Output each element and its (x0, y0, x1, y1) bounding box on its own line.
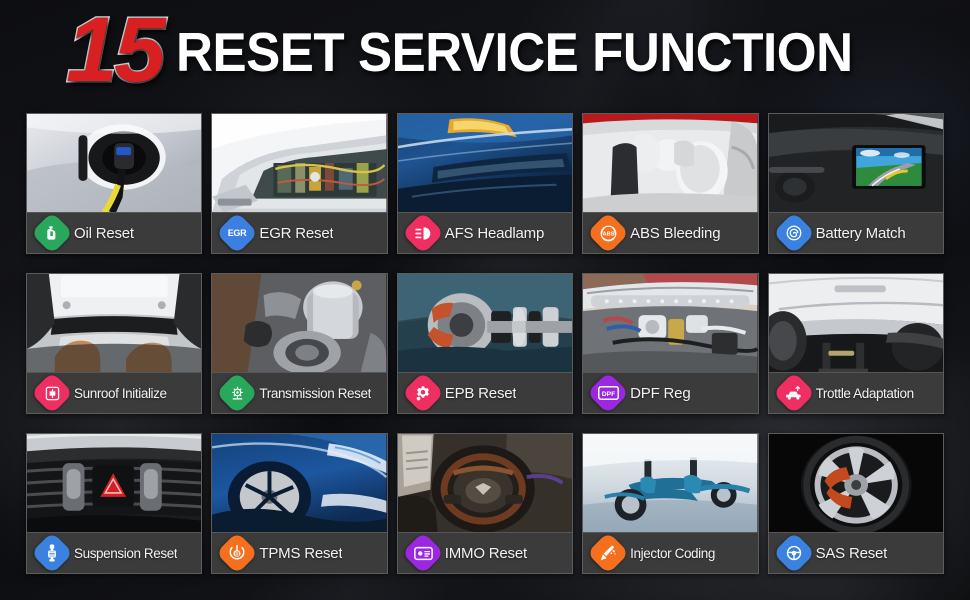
card-label: ABS Bleeding (630, 224, 721, 242)
headlamp-icon (401, 211, 444, 253)
card-label-bar: Trottle Adaptation (768, 371, 943, 413)
throttle-car-icon (772, 371, 815, 413)
card-label: DPF Reg (630, 384, 691, 402)
card-label-bar: Transmission Reset (212, 371, 387, 413)
function-card-afs-headlamp[interactable]: AFS Headlamp (396, 113, 574, 254)
card-label-bar: DPF DPF Reg (583, 371, 758, 413)
card-label: TPMS Reset (259, 544, 343, 562)
card-label-bar: SAS Reset (768, 531, 943, 573)
grid-row: Sunroof Initialize Transmission Reset EP… (26, 273, 944, 414)
svg-text:DPF: DPF (601, 391, 615, 398)
page-title: RESET SERVICE FUNCTION (176, 20, 854, 83)
car-sunroof-interior-photo (27, 274, 202, 372)
card-label: Trottle Adaptation (815, 385, 914, 401)
promo-banner: 15 RESET SERVICE FUNCTION Oil Reset EGR … (0, 0, 970, 600)
card-label: Transmission Reset (259, 385, 371, 401)
grid-row: Suspension Reset TPMS Reset IMMO Reset I… (26, 433, 944, 574)
card-label: Injector Coding (630, 545, 715, 561)
card-label-bar: EPB Reset (397, 371, 573, 413)
brake-driveshaft-assembly-photo (397, 274, 573, 372)
card-label: Suspension Reset (74, 545, 178, 561)
page-header: 15 RESET SERVICE FUNCTION (0, 0, 970, 104)
dashboard-hazard-button-photo (27, 434, 202, 532)
card-label: SAS Reset (815, 544, 888, 562)
grid-row: Oil Reset EGR EGR Reset AFS Headlamp ABS… (26, 113, 944, 254)
card-label-bar: ABS ABS Bleeding (583, 211, 758, 253)
card-label-bar: Battery Match (768, 211, 943, 253)
function-card-abs-bleeding[interactable]: ABS ABS Bleeding (582, 113, 759, 254)
steering-wheel-interior-photo (397, 434, 573, 532)
title-number: 15 (65, 0, 167, 101)
egr-badge-text: EGR (228, 227, 247, 238)
egr-icon: EGR (216, 211, 259, 253)
blue-car-headlight-photo (397, 114, 573, 212)
function-card-injector-coding[interactable]: Injector Coding (582, 433, 759, 574)
function-card-sas-reset[interactable]: SAS Reset (767, 433, 944, 574)
card-label-bar: Injector Coding (583, 531, 758, 573)
function-grid: Oil Reset EGR EGR Reset AFS Headlamp ABS… (26, 113, 944, 574)
battery-spiral-icon (772, 211, 815, 253)
card-label-bar: Oil Reset (27, 211, 202, 253)
blue-car-front-wheel-photo (212, 434, 387, 532)
card-label: Battery Match (815, 224, 906, 242)
function-card-trottle-adaptation[interactable]: Trottle Adaptation (767, 273, 944, 414)
card-label: Sunroof Initialize (74, 385, 167, 401)
card-label: Oil Reset (74, 224, 134, 242)
card-label: IMMO Reset (444, 544, 527, 562)
deployed-airbags-photo (583, 114, 758, 212)
card-label-bar: AFS Headlamp (397, 211, 573, 253)
function-card-sunroof-initialize[interactable]: Sunroof Initialize (26, 273, 203, 414)
dashboard-navigation-screen-photo (768, 114, 943, 212)
alloy-wheel-rim-photo (768, 434, 943, 532)
function-card-oil-reset[interactable]: Oil Reset (26, 113, 203, 254)
steering-angle-icon (772, 531, 815, 573)
card-label: EPB Reset (444, 384, 517, 402)
suspension-shock-icon (30, 531, 74, 573)
function-card-epb-reset[interactable]: EPB Reset (396, 273, 574, 414)
engine-intake-dpf-photo (583, 274, 758, 372)
function-card-immo-reset[interactable]: IMMO Reset (396, 433, 574, 574)
immo-key-icon (401, 531, 444, 573)
transmission-internals-photo (212, 274, 387, 372)
ev-charging-port-photo (27, 114, 202, 212)
card-label-bar: EGR EGR Reset (212, 211, 387, 253)
card-label-bar: Suspension Reset (27, 531, 202, 573)
card-label-bar: Sunroof Initialize (27, 371, 202, 413)
sunroof-icon (30, 371, 74, 413)
function-card-transmission-reset[interactable]: Transmission Reset (211, 273, 388, 414)
abs-brake-icon: ABS (586, 211, 630, 253)
engine-bay-open-hood-photo (212, 114, 387, 212)
function-card-tpms-reset[interactable]: TPMS Reset (211, 433, 388, 574)
white-car-underbody-photo (768, 274, 943, 372)
card-label-bar: IMMO Reset (397, 531, 573, 573)
card-label-bar: TPMS Reset (212, 531, 387, 573)
transmission-gear-icon (216, 371, 259, 413)
epb-gear-icon (401, 371, 444, 413)
tpms-tire-icon (216, 531, 259, 573)
card-label: AFS Headlamp (444, 224, 545, 242)
dpf-icon: DPF (586, 371, 630, 413)
function-card-battery-match[interactable]: Battery Match (767, 113, 944, 254)
svg-text:ABS: ABS (602, 231, 614, 237)
card-label: EGR Reset (259, 224, 334, 242)
function-card-dpf-reg[interactable]: DPF DPF Reg (582, 273, 759, 414)
function-card-egr-reset[interactable]: EGR EGR Reset (211, 113, 388, 254)
function-card-suspension-reset[interactable]: Suspension Reset (26, 433, 203, 574)
oil-can-icon (30, 211, 74, 253)
car-chassis-suspension-photo (583, 434, 758, 532)
injector-icon (586, 531, 630, 573)
